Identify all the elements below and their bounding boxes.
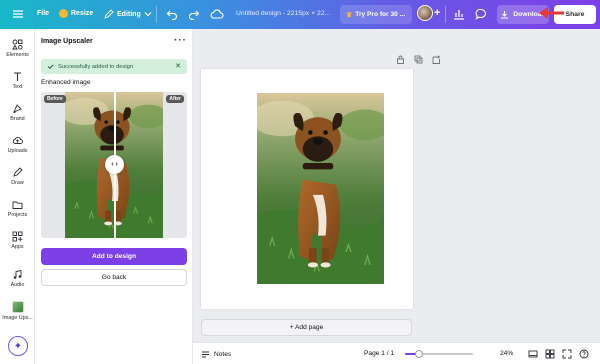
crown-icon: ♛ <box>346 11 353 19</box>
magic-assistant-button[interactable]: ✦ <box>8 336 28 356</box>
download-icon <box>501 11 509 19</box>
rail-label-elements: Elements <box>6 52 29 58</box>
file-menu-label: File <box>37 10 50 17</box>
fullscreen-icon[interactable] <box>562 349 572 359</box>
rail-item-text[interactable]: Text <box>0 71 35 90</box>
rail-label-brand: Brand <box>10 116 25 122</box>
rail-label-draw: Draw <box>11 180 24 186</box>
elements-icon <box>12 39 23 50</box>
image-upscaler-panel: Image Upscaler ··· Successfully added to… <box>35 29 193 364</box>
dog-photo[interactable] <box>257 93 384 284</box>
chevron-down-icon <box>144 12 152 17</box>
compare-slider-handle[interactable]: ‹ › <box>105 155 124 174</box>
rail-item-projects[interactable]: Projects <box>0 199 35 218</box>
rail-item-uploads[interactable]: Uploads <box>0 135 35 154</box>
rail-label-audio: Audio <box>10 282 25 288</box>
help-icon[interactable] <box>579 349 589 359</box>
check-icon <box>47 64 54 70</box>
notes-button[interactable]: Notes <box>201 350 231 359</box>
try-pro-button[interactable]: ♛ Try Pro for 30 ... <box>340 5 412 24</box>
page-tools <box>396 55 441 64</box>
rail-label-uploads: Uploads <box>7 148 28 154</box>
editing-label: Editing <box>117 10 141 18</box>
canvas-area: + Add page <box>193 29 600 342</box>
rail-item-audio[interactable]: Audio <box>0 269 35 288</box>
comment-icon[interactable] <box>474 7 488 21</box>
editing-mode-button[interactable]: Editing <box>104 9 152 19</box>
pencil-icon <box>104 9 114 19</box>
notes-label: Notes <box>214 351 232 358</box>
rail-item-elements[interactable]: Elements <box>0 39 35 58</box>
document-title[interactable]: Untitled design - 2215px × 22... <box>236 10 330 17</box>
before-badge: Before <box>44 95 66 103</box>
toast-message: Successfully added to design <box>58 63 134 70</box>
design-page[interactable] <box>201 69 413 309</box>
lock-icon[interactable] <box>396 55 405 64</box>
add-page-icon[interactable] <box>432 55 441 64</box>
panel-title: Image Upscaler <box>41 38 93 45</box>
more-options-icon[interactable]: ··· <box>174 35 187 46</box>
undo-icon[interactable] <box>166 8 178 20</box>
before-after-compare[interactable]: Before After ‹ › <box>41 92 187 238</box>
left-rail: Elements Text Brand Uploads Draw Project… <box>0 29 35 364</box>
add-to-design-button[interactable]: Add to design <box>41 248 187 265</box>
zoom-slider[interactable] <box>405 350 473 358</box>
notes-icon <box>202 351 209 358</box>
rail-label-text: Text <box>12 84 23 90</box>
rail-item-brand[interactable]: Brand <box>0 103 35 122</box>
folder-icon <box>12 201 23 209</box>
rail-label-projects: Projects <box>7 212 28 218</box>
sparkle-icon: ✦ <box>13 340 23 352</box>
menu-icon[interactable] <box>12 8 24 20</box>
toolbar-divider <box>156 6 157 23</box>
go-back-button[interactable]: Go back <box>41 269 187 286</box>
music-icon <box>13 269 22 279</box>
zoom-value[interactable]: 24% <box>500 350 513 357</box>
chart-icon[interactable] <box>452 7 466 21</box>
success-toast: Successfully added to design ✕ <box>41 59 187 74</box>
close-icon[interactable]: ✕ <box>175 62 181 70</box>
try-pro-label: Try Pro for 30 ... <box>355 11 406 18</box>
rail-item-apps[interactable]: Apps <box>0 231 35 250</box>
zoom-slider-knob[interactable] <box>414 350 423 358</box>
share-label: Share <box>565 11 585 18</box>
top-bar: File Resize Editing Untitled design - 22… <box>0 0 600 29</box>
pages-view-icon[interactable] <box>528 349 538 359</box>
grid-view-icon[interactable] <box>545 349 555 359</box>
arrows-horizontal-icon: ‹ › <box>111 161 118 168</box>
bottom-bar: Notes Page 1 / 1 24% <box>193 342 600 364</box>
page-indicator[interactable]: Page 1 / 1 <box>364 350 394 357</box>
image-upscaler-thumb <box>11 301 24 313</box>
arrow-icon <box>539 7 564 19</box>
resize-label: Resize <box>71 10 94 17</box>
avatar[interactable] <box>417 5 433 21</box>
rail-label-image-upscaler: Image Ups... <box>2 315 33 321</box>
enhanced-image-label: Enhanced image <box>41 79 91 86</box>
brand-icon <box>13 104 22 113</box>
add-page-button[interactable]: + Add page <box>201 319 412 336</box>
rail-item-image-upscaler[interactable]: Image Ups... <box>0 301 35 321</box>
apps-icon <box>12 231 23 242</box>
file-menu-button[interactable]: File <box>37 10 49 17</box>
rail-item-draw[interactable]: Draw <box>0 167 35 186</box>
duplicate-icon[interactable] <box>414 55 423 64</box>
draw-icon <box>13 167 23 177</box>
upload-cloud-icon <box>12 136 23 144</box>
crown-icon <box>59 9 68 18</box>
cloud-icon[interactable] <box>210 8 224 20</box>
after-badge: After <box>166 95 184 103</box>
toolbar-divider <box>445 6 446 23</box>
resize-button[interactable]: Resize <box>59 9 93 18</box>
rail-label-apps: Apps <box>11 244 24 250</box>
redo-icon[interactable] <box>188 8 200 20</box>
plus-icon[interactable]: + <box>434 7 440 19</box>
text-icon <box>14 72 21 81</box>
